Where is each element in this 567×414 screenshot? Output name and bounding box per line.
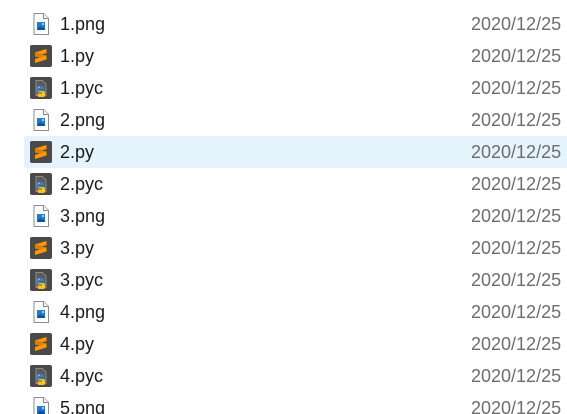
file-row[interactable]: 1.pyc 2020/12/25 [0, 72, 567, 104]
file-date-modified: 2020/12/25 [471, 14, 562, 34]
sublime-text-icon [29, 332, 53, 356]
file-name: 1.py [60, 46, 95, 66]
file-row[interactable]: 4.png 2020/12/25 [0, 296, 567, 328]
file-date-modified: 2020/12/25 [471, 334, 562, 354]
file-date-modified: 2020/12/25 [471, 398, 562, 414]
file-row[interactable]: 3.py 2020/12/25 [0, 232, 567, 264]
file-row[interactable]: 2.pyc 2020/12/25 [0, 168, 567, 200]
file-name: 3.py [60, 238, 95, 258]
file-date-modified: 2020/12/25 [471, 46, 562, 66]
file-row[interactable]: 5.png 2020/12/25 [0, 392, 567, 414]
sublime-text-icon [29, 140, 53, 164]
python-compiled-icon [29, 364, 53, 388]
png-image-icon [29, 396, 53, 414]
file-date-modified: 2020/12/25 [471, 110, 562, 130]
file-row[interactable]: 1.py 2020/12/25 [0, 40, 567, 72]
file-name: 1.png [60, 14, 106, 34]
sublime-text-icon [29, 236, 53, 260]
sublime-text-icon [29, 44, 53, 68]
python-compiled-icon [29, 76, 53, 100]
file-name: 5.png [60, 398, 106, 414]
file-name: 2.py [60, 142, 95, 162]
file-date-modified: 2020/12/25 [471, 174, 562, 194]
file-date-modified: 2020/12/25 [471, 302, 562, 322]
file-row[interactable]: 1.png 2020/12/25 [0, 8, 567, 40]
file-date-modified: 2020/12/25 [471, 206, 562, 226]
file-row[interactable]: 2.png 2020/12/25 [0, 104, 567, 136]
file-name: 2.pyc [60, 174, 104, 194]
png-image-icon [29, 204, 53, 228]
png-image-icon [29, 12, 53, 36]
python-compiled-icon [29, 268, 53, 292]
file-row[interactable]: 4.pyc 2020/12/25 [0, 360, 567, 392]
file-date-modified: 2020/12/25 [471, 238, 562, 258]
png-image-icon [29, 300, 53, 324]
file-name: 4.pyc [60, 366, 104, 386]
file-name: 3.pyc [60, 270, 104, 290]
file-row[interactable]: 2.py 2020/12/25 [0, 136, 567, 168]
file-date-modified: 2020/12/25 [471, 142, 562, 162]
file-list: 1.png 2020/12/25 1.py 2020/12/25 1.pyc 2020… [0, 0, 567, 414]
file-name: 1.pyc [60, 78, 104, 98]
file-name: 3.png [60, 206, 106, 226]
file-name: 4.py [60, 334, 95, 354]
file-row[interactable]: 3.pyc 2020/12/25 [0, 264, 567, 296]
file-row[interactable]: 3.png 2020/12/25 [0, 200, 567, 232]
file-row[interactable]: 4.py 2020/12/25 [0, 328, 567, 360]
file-name: 4.png [60, 302, 106, 322]
file-name: 2.png [60, 110, 106, 130]
file-date-modified: 2020/12/25 [471, 270, 562, 290]
file-date-modified: 2020/12/25 [471, 78, 562, 98]
python-compiled-icon [29, 172, 53, 196]
png-image-icon [29, 108, 53, 132]
file-date-modified: 2020/12/25 [471, 366, 562, 386]
